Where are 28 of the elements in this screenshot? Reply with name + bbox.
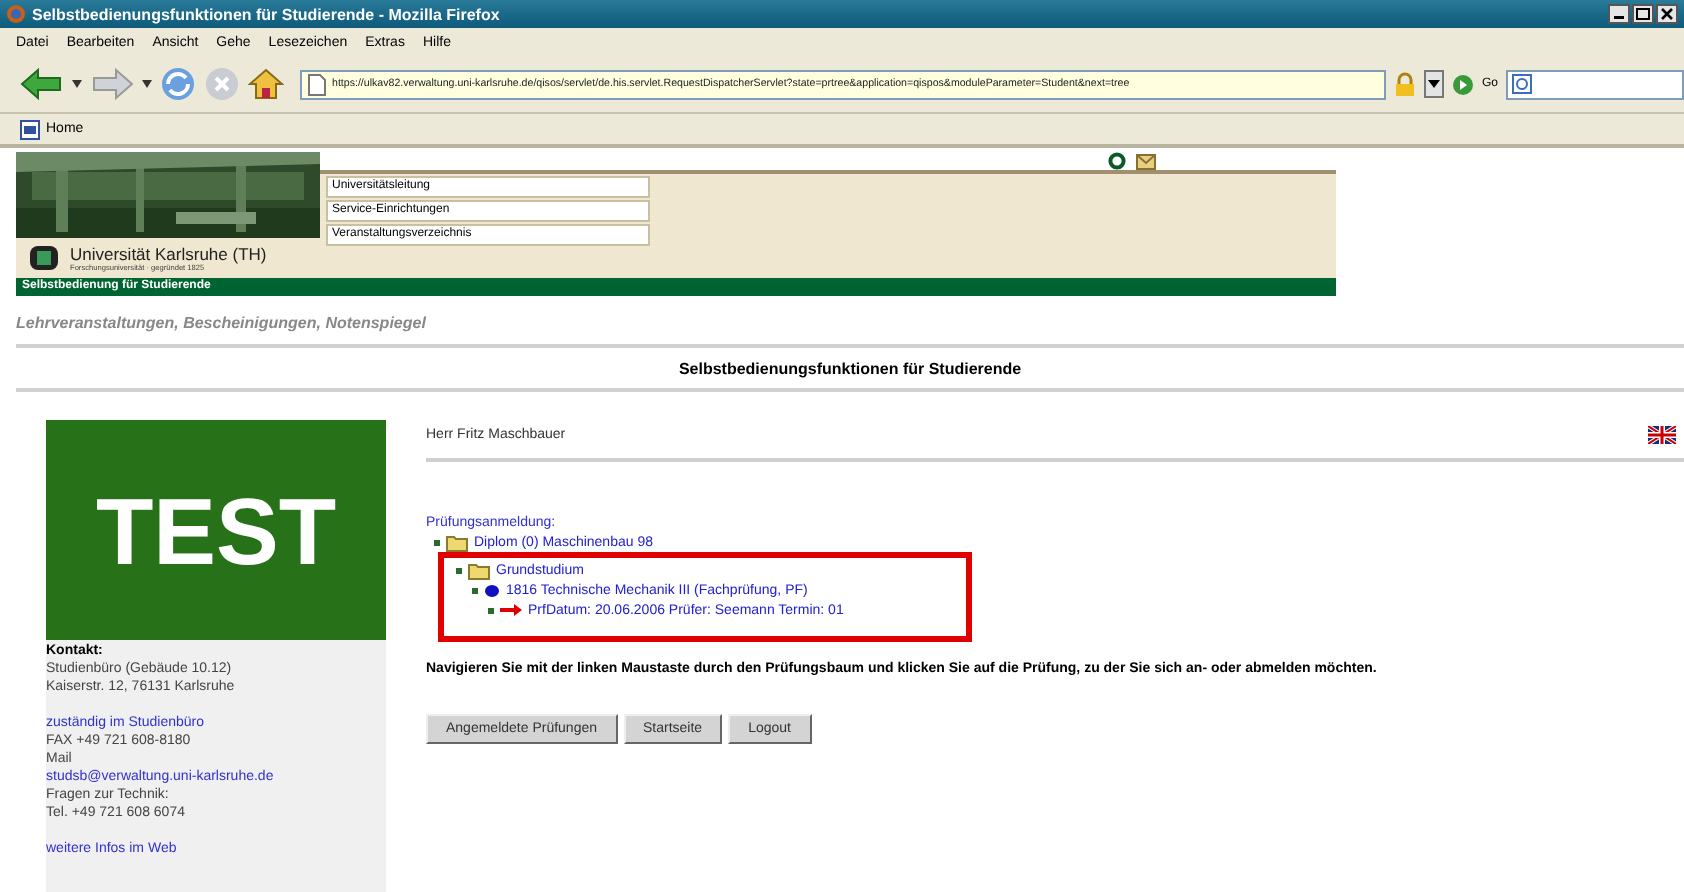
logo-icon [28,244,60,272]
caret-icon[interactable] [72,80,82,88]
page-title: Selbstbedienungsfunktionen für Studierende [676,358,1024,382]
envelope-icon[interactable] [1136,153,1156,169]
subtitle: Lehrveranstaltungen, Bescheinigungen, Notenspiegel [16,314,428,332]
arrow-icon [500,604,522,616]
caret-icon[interactable] [142,80,152,88]
bookmark-icon [20,119,40,139]
close-icon[interactable] [1656,4,1678,24]
window-title: Selbstbedienungsfunktionen für Studierende - Mozilla Firefox [32,5,502,23]
flag-icon[interactable] [1648,426,1676,444]
dropdown-icon[interactable] [1424,70,1444,98]
search-engine-icon [1512,74,1533,94]
test-banner: TEST [46,420,386,640]
search-field[interactable] [1506,69,1684,99]
folder-icon [468,561,490,579]
bullet-icon [484,583,500,597]
firefox-icon [6,4,26,24]
go-icon[interactable] [1452,73,1474,95]
padlock-icon [1394,72,1416,96]
back-arrow-icon[interactable] [20,68,64,100]
maximize-icon[interactable] [1632,4,1654,24]
minimize-icon[interactable] [1608,4,1630,24]
university-name: Universität Karlsruhe (TH) [70,244,267,264]
page-icon [308,73,326,95]
folder-icon [446,533,468,551]
home-icon[interactable] [248,66,284,102]
circle-icon[interactable] [1108,152,1126,170]
